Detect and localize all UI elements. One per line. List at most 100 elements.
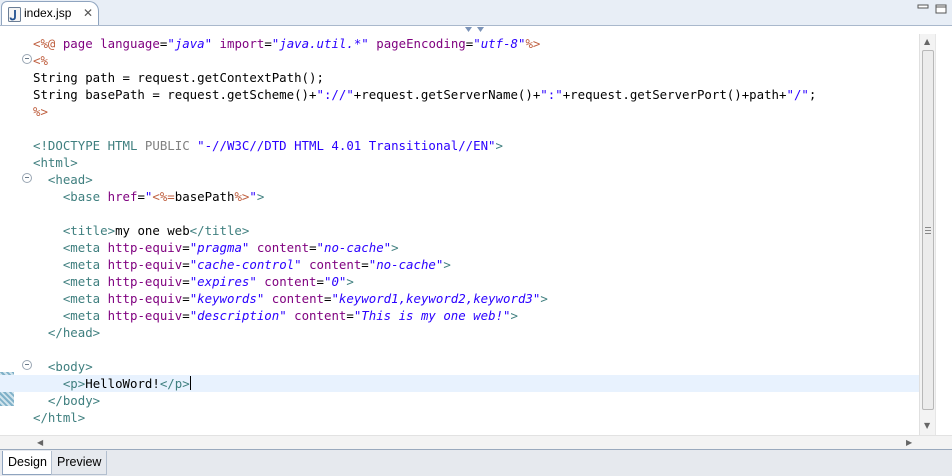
code-token: <meta xyxy=(62,274,108,289)
code-token: "keywords" xyxy=(189,291,265,306)
code-line[interactable] xyxy=(33,120,919,137)
code-token: = xyxy=(182,274,190,289)
fold-toggle-icon[interactable] xyxy=(22,360,32,370)
code-line[interactable]: </html> xyxy=(33,409,919,426)
code-line[interactable]: <meta http-equiv="description" content="… xyxy=(33,307,919,324)
code-token: = xyxy=(182,308,190,323)
code-token: </body> xyxy=(47,393,101,408)
code-token: "This is my one web!" xyxy=(353,308,511,323)
code-token: PUBLIC xyxy=(144,138,198,153)
code-token: > xyxy=(256,189,265,204)
code-line[interactable]: <!DOCTYPE HTML PUBLIC "-//W3C//DTD HTML … xyxy=(33,137,919,154)
code-area[interactable]: <%@ page language="java" import="java.ut… xyxy=(0,35,919,426)
code-token: <html> xyxy=(33,155,78,170)
code-token: <% xyxy=(33,53,48,68)
minimize-icon[interactable] xyxy=(917,4,929,14)
vertical-scroll-thumb[interactable] xyxy=(922,50,934,410)
code-line[interactable]: <title>my one web</title> xyxy=(33,222,919,239)
code-token: content xyxy=(264,274,317,289)
code-line[interactable]: %> xyxy=(33,103,919,120)
editor-tab-index-jsp[interactable]: index.jsp ✕ xyxy=(1,1,99,25)
editor-tab-bar: index.jsp ✕ xyxy=(0,0,952,26)
fold-toggle-icon[interactable] xyxy=(22,173,32,183)
code-line[interactable]: <head> xyxy=(33,171,919,188)
scroll-left-arrow-icon[interactable]: ◀ xyxy=(37,439,43,447)
code-token: = xyxy=(182,240,190,255)
code-token: "://" xyxy=(316,87,354,102)
code-token: +request.getServerName()+ xyxy=(353,87,541,102)
code-line[interactable]: <meta http-equiv="expires" content="0"> xyxy=(33,273,919,290)
source-editor[interactable]: <%@ page language="java" import="java.ut… xyxy=(0,34,919,435)
scroll-down-arrow-icon[interactable]: ▼ xyxy=(924,422,930,430)
code-token: </p> xyxy=(159,376,190,391)
overview-ruler[interactable] xyxy=(935,34,952,435)
maximize-icon[interactable] xyxy=(935,4,947,14)
scroll-right-arrow-icon[interactable]: ▶ xyxy=(906,439,912,447)
code-token: "-//W3C//DTD HTML 4.01 Transitional//EN" xyxy=(197,138,496,153)
code-token: http-equiv xyxy=(107,308,183,323)
code-token: > xyxy=(443,257,451,272)
code-token: <meta xyxy=(62,308,108,323)
code-token: "/" xyxy=(786,87,809,102)
code-token: ; xyxy=(808,87,817,102)
code-token: content xyxy=(256,240,310,255)
code-token: <%@ xyxy=(33,36,63,51)
jsp-file-icon xyxy=(8,7,21,22)
code-line[interactable] xyxy=(33,341,919,358)
code-token: basePath xyxy=(174,189,235,204)
code-line[interactable]: <meta http-equiv="cache-control" content… xyxy=(33,256,919,273)
scroll-up-arrow-icon[interactable]: ▲ xyxy=(924,38,930,46)
fold-toggle-icon[interactable] xyxy=(22,54,32,64)
code-token: "utf-8" xyxy=(473,36,526,51)
code-token: "keyword1,keyword2,keyword3" xyxy=(331,291,541,306)
code-token: import xyxy=(219,36,265,51)
tab-preview[interactable]: Preview xyxy=(51,451,108,475)
code-line[interactable]: <meta http-equiv="keywords" content="key… xyxy=(33,290,919,307)
code-line[interactable]: <base href="<%=basePath%>"> xyxy=(33,188,919,205)
close-icon[interactable]: ✕ xyxy=(83,5,93,21)
code-token: " xyxy=(249,189,257,204)
code-token: ":" xyxy=(540,87,563,102)
code-token: pageEncoding xyxy=(376,36,466,51)
code-token: +request.getServerPort()+path+ xyxy=(562,87,787,102)
code-token: > xyxy=(391,240,399,255)
code-token: = xyxy=(346,308,354,323)
code-token: = xyxy=(316,274,324,289)
code-line[interactable]: <%@ page language="java" import="java.ut… xyxy=(33,35,919,52)
vertical-scrollbar[interactable]: ▲ ▼ xyxy=(919,34,935,435)
code-line[interactable]: </head> xyxy=(33,324,919,341)
horizontal-scrollbar[interactable]: ◀ ▶ xyxy=(0,435,952,449)
code-line[interactable]: <body> xyxy=(33,358,919,375)
code-token: http-equiv xyxy=(107,274,183,289)
tab-design[interactable]: Design xyxy=(2,451,53,475)
code-token: = xyxy=(137,189,145,204)
code-line[interactable]: <p>HelloWord!</p> xyxy=(0,375,919,392)
code-token: "pragma" xyxy=(189,240,250,255)
code-token: <base xyxy=(62,189,108,204)
code-token: "no-cache" xyxy=(316,240,392,255)
text-caret xyxy=(189,376,191,390)
code-token: %> xyxy=(525,36,541,51)
code-line[interactable]: <meta http-equiv="pragma" content="no-ca… xyxy=(33,239,919,256)
collapse-markers-icon[interactable] xyxy=(463,26,489,34)
code-token: language xyxy=(100,36,160,51)
code-token: my one web xyxy=(115,223,190,238)
code-token: <head> xyxy=(47,172,93,187)
code-line[interactable]: <html> xyxy=(33,154,919,171)
code-token: HelloWord! xyxy=(85,376,160,391)
code-line[interactable]: <% xyxy=(33,52,919,69)
code-token: <p> xyxy=(62,376,86,391)
code-line[interactable]: String basePath = request.getScheme()+":… xyxy=(33,86,919,103)
code-line[interactable]: String path = request.getContextPath(); xyxy=(33,69,919,86)
code-token: http-equiv xyxy=(107,257,183,272)
code-line[interactable] xyxy=(33,205,919,222)
code-line[interactable]: </body> xyxy=(33,392,919,409)
code-token: <meta xyxy=(62,291,108,306)
